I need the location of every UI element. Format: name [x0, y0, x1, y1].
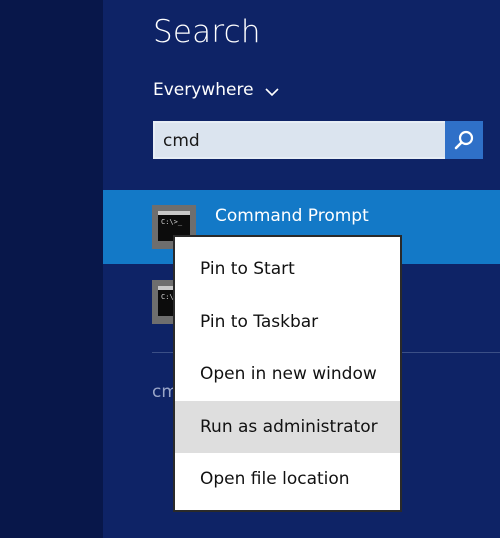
menu-item-run-as-administrator[interactable]: Run as administrator — [175, 400, 400, 453]
search-box — [153, 121, 483, 159]
menu-item-pin-to-taskbar[interactable]: Pin to Taskbar — [175, 296, 400, 349]
menu-item-pin-to-start[interactable]: Pin to Start — [175, 243, 400, 296]
menu-item-label: Pin to Start — [200, 259, 295, 280]
start-screen-background — [0, 0, 103, 538]
menu-item-label: Open in new window — [200, 364, 377, 385]
search-button[interactable] — [445, 121, 483, 159]
menu-item-label: Pin to Taskbar — [200, 311, 319, 332]
search-icon — [454, 130, 474, 150]
search-scope-dropdown[interactable]: Everywhere — [153, 80, 280, 100]
menu-item-label: Run as administrator — [200, 416, 378, 437]
search-scope-label: Everywhere — [153, 80, 254, 100]
context-menu: Pin to Start Pin to Taskbar Open in new … — [173, 235, 402, 512]
menu-item-label: Open file location — [200, 469, 350, 490]
result-label: Command Prompt — [215, 206, 369, 226]
menu-item-open-file-location[interactable]: Open file location — [175, 453, 400, 506]
prompt-glyph: C:\>_ — [161, 218, 183, 226]
menu-item-open-in-new-window[interactable]: Open in new window — [175, 348, 400, 401]
search-title: Search — [153, 14, 261, 50]
search-input[interactable] — [163, 128, 443, 154]
chevron-down-icon — [264, 87, 279, 96]
